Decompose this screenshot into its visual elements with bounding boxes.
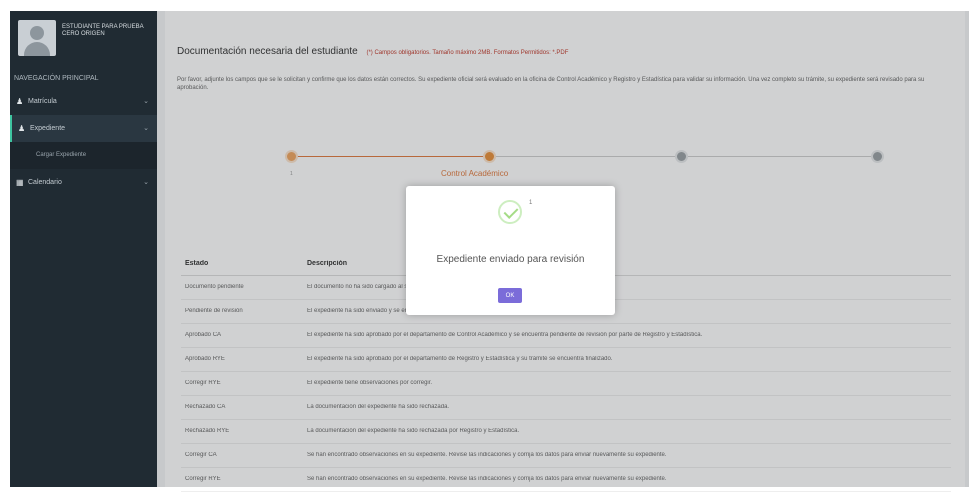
ok-button[interactable]: OK <box>498 288 522 303</box>
nav-section-title: NAVEGACIÓN PRINCIPAL <box>14 75 99 82</box>
sidebar-item-calendario[interactable]: ▦ Calendario ⌄ <box>10 169 157 196</box>
top-strip <box>0 0 969 11</box>
user-icon: ♟ <box>16 97 24 106</box>
sidebar-subitem-cargar-expediente[interactable]: Cargar Expediente <box>10 142 157 169</box>
sidebar-item-matricula[interactable]: ♟ Matrícula ⌄ <box>10 88 157 115</box>
sidebar-item-label: Expediente <box>30 125 66 132</box>
chevron-down-icon: ⌄ <box>143 98 149 105</box>
sidebar-item-label: Calendario <box>28 179 62 186</box>
profile-block: ESTUDIANTE PARA PRUEBA CERO ORIGEN <box>10 11 157 69</box>
sidebar-item-expediente[interactable]: ♟ Expediente ⌄ <box>10 115 157 142</box>
avatar-body-shape <box>24 42 50 56</box>
avatar[interactable] <box>18 20 56 56</box>
avatar-head-shape <box>30 26 44 40</box>
success-dialog: 1 Expediente enviado para revisión OK <box>406 186 615 315</box>
chevron-down-icon: ⌄ <box>143 125 149 132</box>
dialog-counter: 1 <box>529 200 533 206</box>
dialog-message: Expediente enviado para revisión <box>436 254 585 265</box>
chevron-down-icon: ⌄ <box>143 179 149 186</box>
profile-name: ESTUDIANTE PARA PRUEBA CERO ORIGEN <box>62 24 144 37</box>
check-icon <box>498 200 522 224</box>
sidebar: ESTUDIANTE PARA PRUEBA CERO ORIGEN NAVEG… <box>10 11 157 487</box>
user-icon: ♟ <box>18 124 26 133</box>
calendar-icon: ▦ <box>16 178 24 187</box>
sidebar-item-label: Matrícula <box>28 98 57 105</box>
